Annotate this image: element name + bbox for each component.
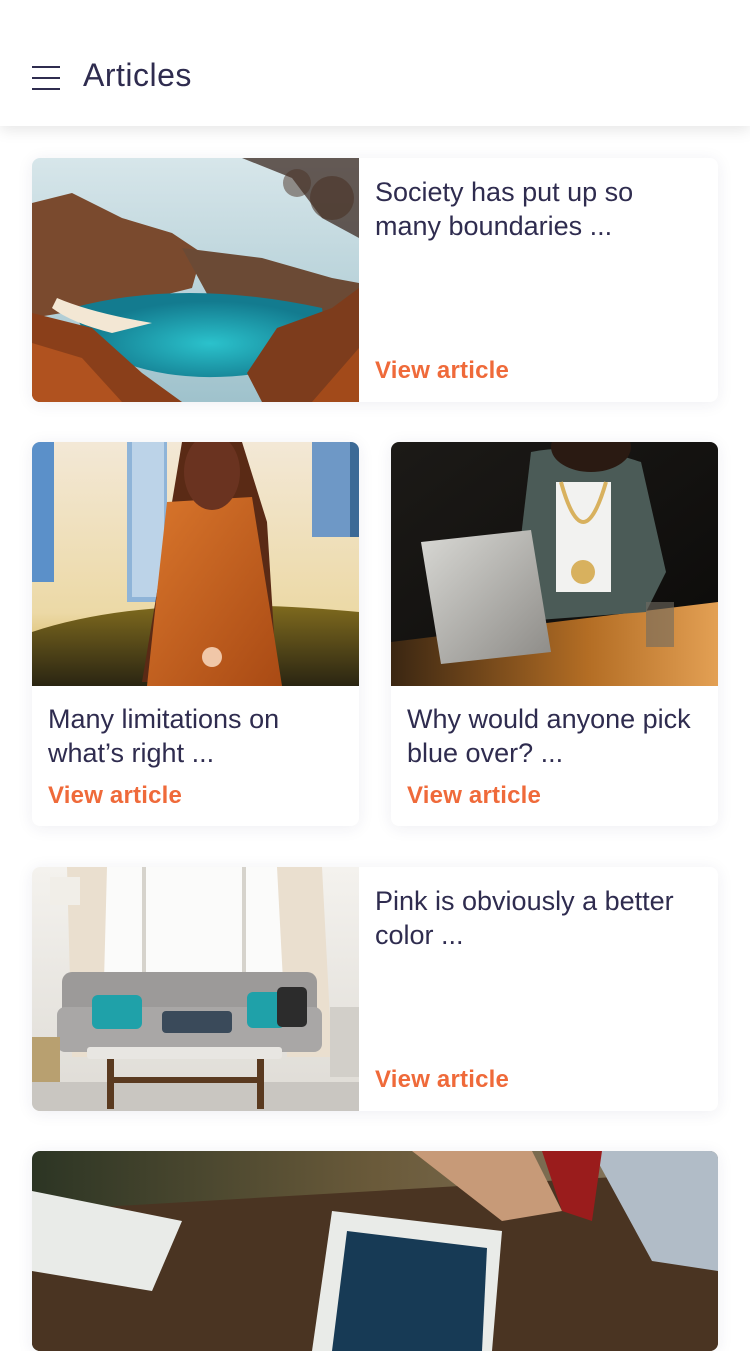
hamburger-menu-icon[interactable] [26,58,66,98]
article-title: Pink is obviously a better color ... [375,886,674,950]
view-article-link[interactable]: View article [48,782,182,810]
article-title: Many limitations on what’s right ... [48,704,280,768]
article-image[interactable] [32,1151,718,1351]
article-card[interactable]: Society has put up so many boundaries ..… [32,158,718,402]
app-header: Articles [0,0,750,126]
article-image[interactable] [32,158,359,402]
article-card[interactable]: Why would anyone pick blue over? ... Vie… [391,442,718,826]
view-article-link[interactable]: View article [375,357,509,385]
article-card[interactable]: Pink is obviously a better color ... Vie… [32,867,718,1111]
article-image[interactable] [32,867,359,1111]
view-article-link[interactable]: View article [375,1066,509,1094]
page-title: Articles [83,57,192,93]
article-card[interactable] [32,1151,718,1351]
view-article-link[interactable]: View article [407,782,541,810]
article-title: Society has put up so many boundaries ..… [375,177,634,241]
article-image[interactable] [391,442,718,686]
article-title: Why would anyone pick blue over? ... [407,704,691,768]
article-image[interactable] [32,442,359,686]
article-card[interactable]: Many limitations on what’s right ... Vie… [32,442,359,826]
